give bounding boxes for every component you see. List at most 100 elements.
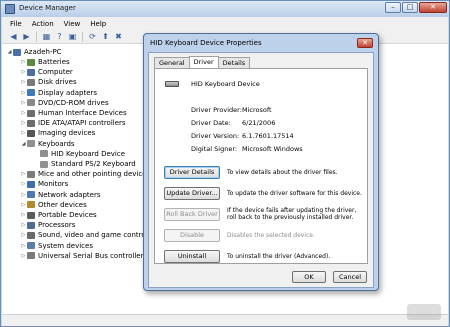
roll-back-driver-button[interactable]: Roll Back Driver [164, 208, 220, 221]
expand-icon[interactable]: ▷ [20, 222, 27, 228]
close-button[interactable]: ✕ [419, 2, 447, 13]
tree-category-item[interactable]: ▷ Universal Serial Bus controllers [20, 251, 148, 261]
tab-general[interactable]: General [154, 57, 190, 68]
tree-category-item[interactable]: ▷ IDE ATA/ATAPI controllers [20, 118, 126, 128]
status-bar [2, 314, 448, 326]
tree-category-item[interactable]: ▷ Batteries [20, 57, 70, 67]
dialog-body: General Driver Details HID Keyboard Devi… [148, 52, 374, 288]
roll-back-driver-description: If the device fails after updating the d… [227, 207, 357, 221]
dvd-icon [27, 99, 35, 107]
mouse-icon [27, 170, 35, 178]
toolbar-separator [36, 31, 37, 42]
expand-icon[interactable]: ▷ [20, 232, 27, 238]
expand-icon[interactable]: ▷ [20, 192, 27, 198]
scan-icon[interactable]: ⟳ [87, 32, 98, 42]
expand-icon[interactable]: ▷ [20, 110, 27, 116]
monitor-icon [27, 180, 35, 188]
tab-strip: General Driver Details [154, 56, 251, 68]
tree-item-label: Sound, video and game controllers [38, 231, 161, 240]
forward-icon[interactable]: ▶ [21, 32, 32, 42]
expand-icon[interactable]: ▷ [20, 171, 27, 177]
driver-tab-panel: HID Keyboard Device Driver Provider: Mic… [154, 68, 368, 264]
tree-category-item[interactable]: ▷ Imaging devices [20, 128, 96, 138]
tree-category-item[interactable]: ▷ Processors [20, 220, 76, 230]
disable-icon[interactable]: ✖ [113, 32, 124, 42]
expand-icon[interactable]: ▷ [20, 59, 27, 65]
tree-item-label: Standard PS/2 Keyboard [51, 160, 136, 168]
update-driver-description: To update the driver software for this d… [227, 190, 362, 197]
disable-button[interactable]: Disable [164, 229, 220, 242]
expand-icon[interactable]: ▷ [20, 212, 27, 218]
uninstall-button[interactable]: Uninstall [164, 250, 220, 263]
update-driver-button[interactable]: Update Driver... [164, 187, 220, 200]
menu-action[interactable]: Action [32, 20, 54, 28]
computer-icon[interactable]: ▣ [67, 32, 78, 42]
tab-details[interactable]: Details [217, 57, 251, 68]
portable-icon [27, 211, 35, 219]
properties-dialog: HID Keyboard Device Properties ✕ General… [143, 33, 379, 291]
tab-driver[interactable]: Driver [188, 56, 219, 68]
expand-icon[interactable]: ▷ [20, 243, 27, 249]
digital-signer-value: Microsoft Windows [242, 145, 303, 153]
expand-icon[interactable]: ▷ [20, 130, 27, 136]
collapse-icon[interactable]: ◢ [6, 49, 13, 55]
other-devices-icon [27, 201, 35, 209]
system-icon [27, 242, 35, 250]
expand-icon[interactable]: ▷ [20, 79, 27, 85]
tree-category-item[interactable]: ▷ Sound, video and game controllers [20, 230, 161, 240]
menu-file[interactable]: File [10, 20, 22, 28]
properties-icon[interactable]: ▦ [41, 32, 52, 42]
driver-version-label: Driver Version: [191, 132, 240, 140]
expand-icon[interactable]: ▷ [20, 100, 27, 106]
tree-category-item[interactable]: ▷ Network adapters [20, 190, 101, 200]
expand-icon[interactable]: ▷ [20, 202, 27, 208]
expand-icon[interactable]: ▷ [20, 90, 27, 96]
driver-details-description: To view details about the driver files. [227, 169, 338, 176]
expand-icon[interactable]: ▷ [20, 253, 27, 259]
tree-category-item[interactable]: ▷ Monitors [20, 179, 69, 189]
minimize-button[interactable]: – [385, 2, 401, 13]
back-icon[interactable]: ◀ [8, 32, 19, 42]
tree-root[interactable]: ◢ Azadeh-PC [6, 47, 62, 57]
tree-category-item[interactable]: ▷ Disk drives [20, 77, 77, 87]
tree-item-label: Processors [38, 221, 76, 230]
disable-description: Disables the selected device. [227, 232, 315, 239]
window-title: Device Manager [19, 4, 76, 12]
display-icon [27, 89, 35, 97]
watermark-logo [407, 304, 441, 320]
tree-child-item[interactable]: HID Keyboard Device [40, 149, 125, 159]
tree-category-item[interactable]: ▷ Mice and other pointing devices [20, 169, 151, 179]
cancel-button[interactable]: Cancel [333, 271, 367, 283]
tree-category-item[interactable]: ▷ Display adapters [20, 88, 98, 98]
tree-category-item[interactable]: ▷ System devices [20, 241, 93, 251]
tree-category-item[interactable]: ▷ Computer [20, 67, 73, 77]
menu-help[interactable]: Help [90, 20, 106, 28]
tree-category-item[interactable]: ▷ Other devices [20, 200, 87, 210]
device-name: HID Keyboard Device [191, 80, 260, 88]
computer-icon [27, 68, 35, 76]
tree-category-item[interactable]: ▷ DVD/CD-ROM drives [20, 98, 109, 108]
tree-child-item[interactable]: Standard PS/2 Keyboard [40, 159, 136, 169]
driver-details-button[interactable]: Driver Details [164, 166, 220, 179]
tree-category-item[interactable]: ▷ Human Interface Devices [20, 108, 127, 118]
expand-icon[interactable]: ▷ [20, 69, 27, 75]
dialog-close-button[interactable]: ✕ [357, 38, 373, 48]
driver-provider-label: Driver Provider: [191, 106, 242, 114]
help-icon[interactable]: ? [54, 32, 65, 42]
expand-icon[interactable]: ▷ [20, 120, 27, 126]
keyboard-icon [40, 150, 48, 158]
update-icon[interactable]: ⬆ [100, 32, 111, 42]
keyboard-icon [27, 140, 35, 148]
collapse-icon[interactable]: ◢ [20, 141, 27, 147]
device-manager-icon [5, 4, 15, 14]
tree-category-item[interactable]: ▷ Portable Devices [20, 210, 97, 220]
maximize-button[interactable]: □ [402, 2, 418, 13]
expand-icon[interactable]: ▷ [20, 181, 27, 187]
tree-category-item[interactable]: ◢ Keyboards [20, 139, 75, 149]
battery-icon [27, 58, 35, 66]
menu-view[interactable]: View [64, 20, 81, 28]
keyboard-icon [165, 81, 179, 87]
processor-icon [27, 221, 35, 229]
driver-date-value: 6/21/2006 [242, 119, 276, 127]
ok-button[interactable]: OK [292, 271, 326, 283]
